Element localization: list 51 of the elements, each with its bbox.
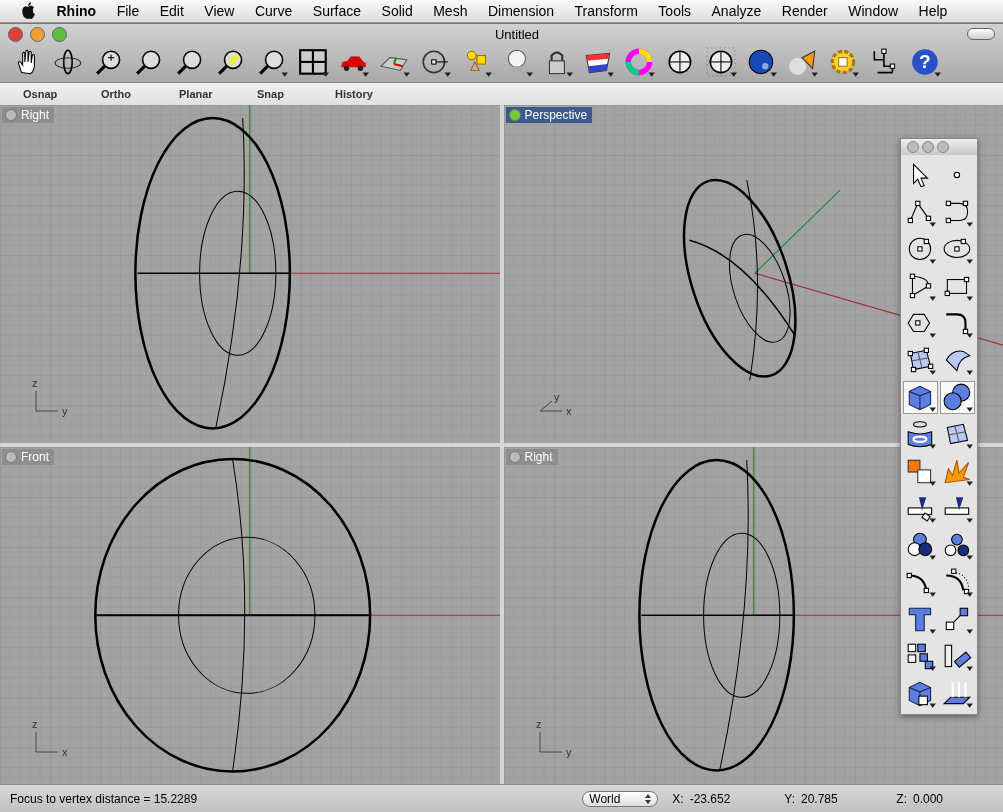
zoom-button[interactable] bbox=[52, 26, 67, 42]
coordinate-label: Z: bbox=[896, 791, 907, 806]
color-wheel-icon[interactable] bbox=[623, 47, 656, 79]
menu-item[interactable]: Transform bbox=[574, 3, 638, 19]
menu-item[interactable]: Help bbox=[918, 3, 948, 19]
menu-item[interactable]: Rhino bbox=[56, 3, 97, 19]
menu-item[interactable]: File bbox=[116, 3, 140, 19]
minimize-button[interactable] bbox=[922, 141, 934, 153]
stepper-icon bbox=[645, 793, 652, 804]
status-toggle[interactable]: Ortho bbox=[101, 88, 179, 100]
menu-item[interactable]: Surface bbox=[312, 3, 362, 19]
apple-logo-icon[interactable] bbox=[20, 2, 36, 20]
menu-item[interactable]: Curve bbox=[254, 3, 293, 19]
toolbar-toggle-button[interactable] bbox=[967, 28, 995, 40]
axis-indicator: y bbox=[35, 404, 68, 417]
coordinate-system-dropdown[interactable]: World bbox=[582, 790, 659, 807]
close-button[interactable] bbox=[907, 141, 919, 153]
axis-indicator: x bbox=[35, 746, 68, 758]
status-toggle[interactable]: Snap bbox=[257, 88, 335, 100]
status-message: Focus to vertex distance = 15.2289 bbox=[10, 791, 199, 806]
coordinate-value: 20.785 bbox=[801, 791, 838, 806]
minimize-button[interactable] bbox=[30, 26, 45, 42]
status-toggle[interactable]: Planar bbox=[179, 88, 257, 100]
sphere-render-icon[interactable] bbox=[746, 47, 779, 79]
menu-item[interactable]: Render bbox=[781, 3, 828, 19]
close-button[interactable] bbox=[8, 26, 23, 42]
viewport-tab[interactable]: Perspective bbox=[505, 107, 593, 123]
spheres-icon[interactable] bbox=[940, 381, 975, 414]
window-title: Untitled bbox=[493, 26, 541, 42]
zoom-button[interactable] bbox=[937, 141, 949, 153]
four-viewports-icon[interactable] bbox=[297, 47, 330, 79]
coordinate-value: -23.652 bbox=[689, 791, 731, 806]
axis-indicator: z bbox=[535, 718, 541, 753]
menu-item[interactable]: Edit bbox=[159, 3, 184, 19]
box-icon[interactable] bbox=[903, 381, 938, 414]
axis-indicator: z bbox=[32, 376, 38, 411]
menu-item[interactable]: View bbox=[204, 3, 235, 19]
coordinate-label: X: bbox=[672, 791, 684, 806]
menu-item[interactable]: Solid bbox=[381, 3, 413, 19]
coordinate-label: Y: bbox=[784, 791, 795, 806]
menu-item[interactable]: Window bbox=[848, 3, 899, 19]
menu-item[interactable]: Dimension bbox=[487, 3, 555, 19]
axis-indicator: z bbox=[32, 718, 38, 753]
menu-item[interactable]: Mesh bbox=[433, 3, 468, 19]
axis-indicator: y bbox=[539, 746, 571, 758]
menu-item[interactable]: Tools bbox=[658, 3, 692, 19]
coordinate-value: 0.000 bbox=[912, 791, 943, 806]
status-toggle[interactable]: History bbox=[335, 88, 413, 100]
sphere-grid-icon[interactable] bbox=[705, 47, 738, 79]
menu-item[interactable]: Analyze bbox=[711, 3, 762, 19]
status-toggle[interactable]: Osnap bbox=[23, 88, 101, 100]
